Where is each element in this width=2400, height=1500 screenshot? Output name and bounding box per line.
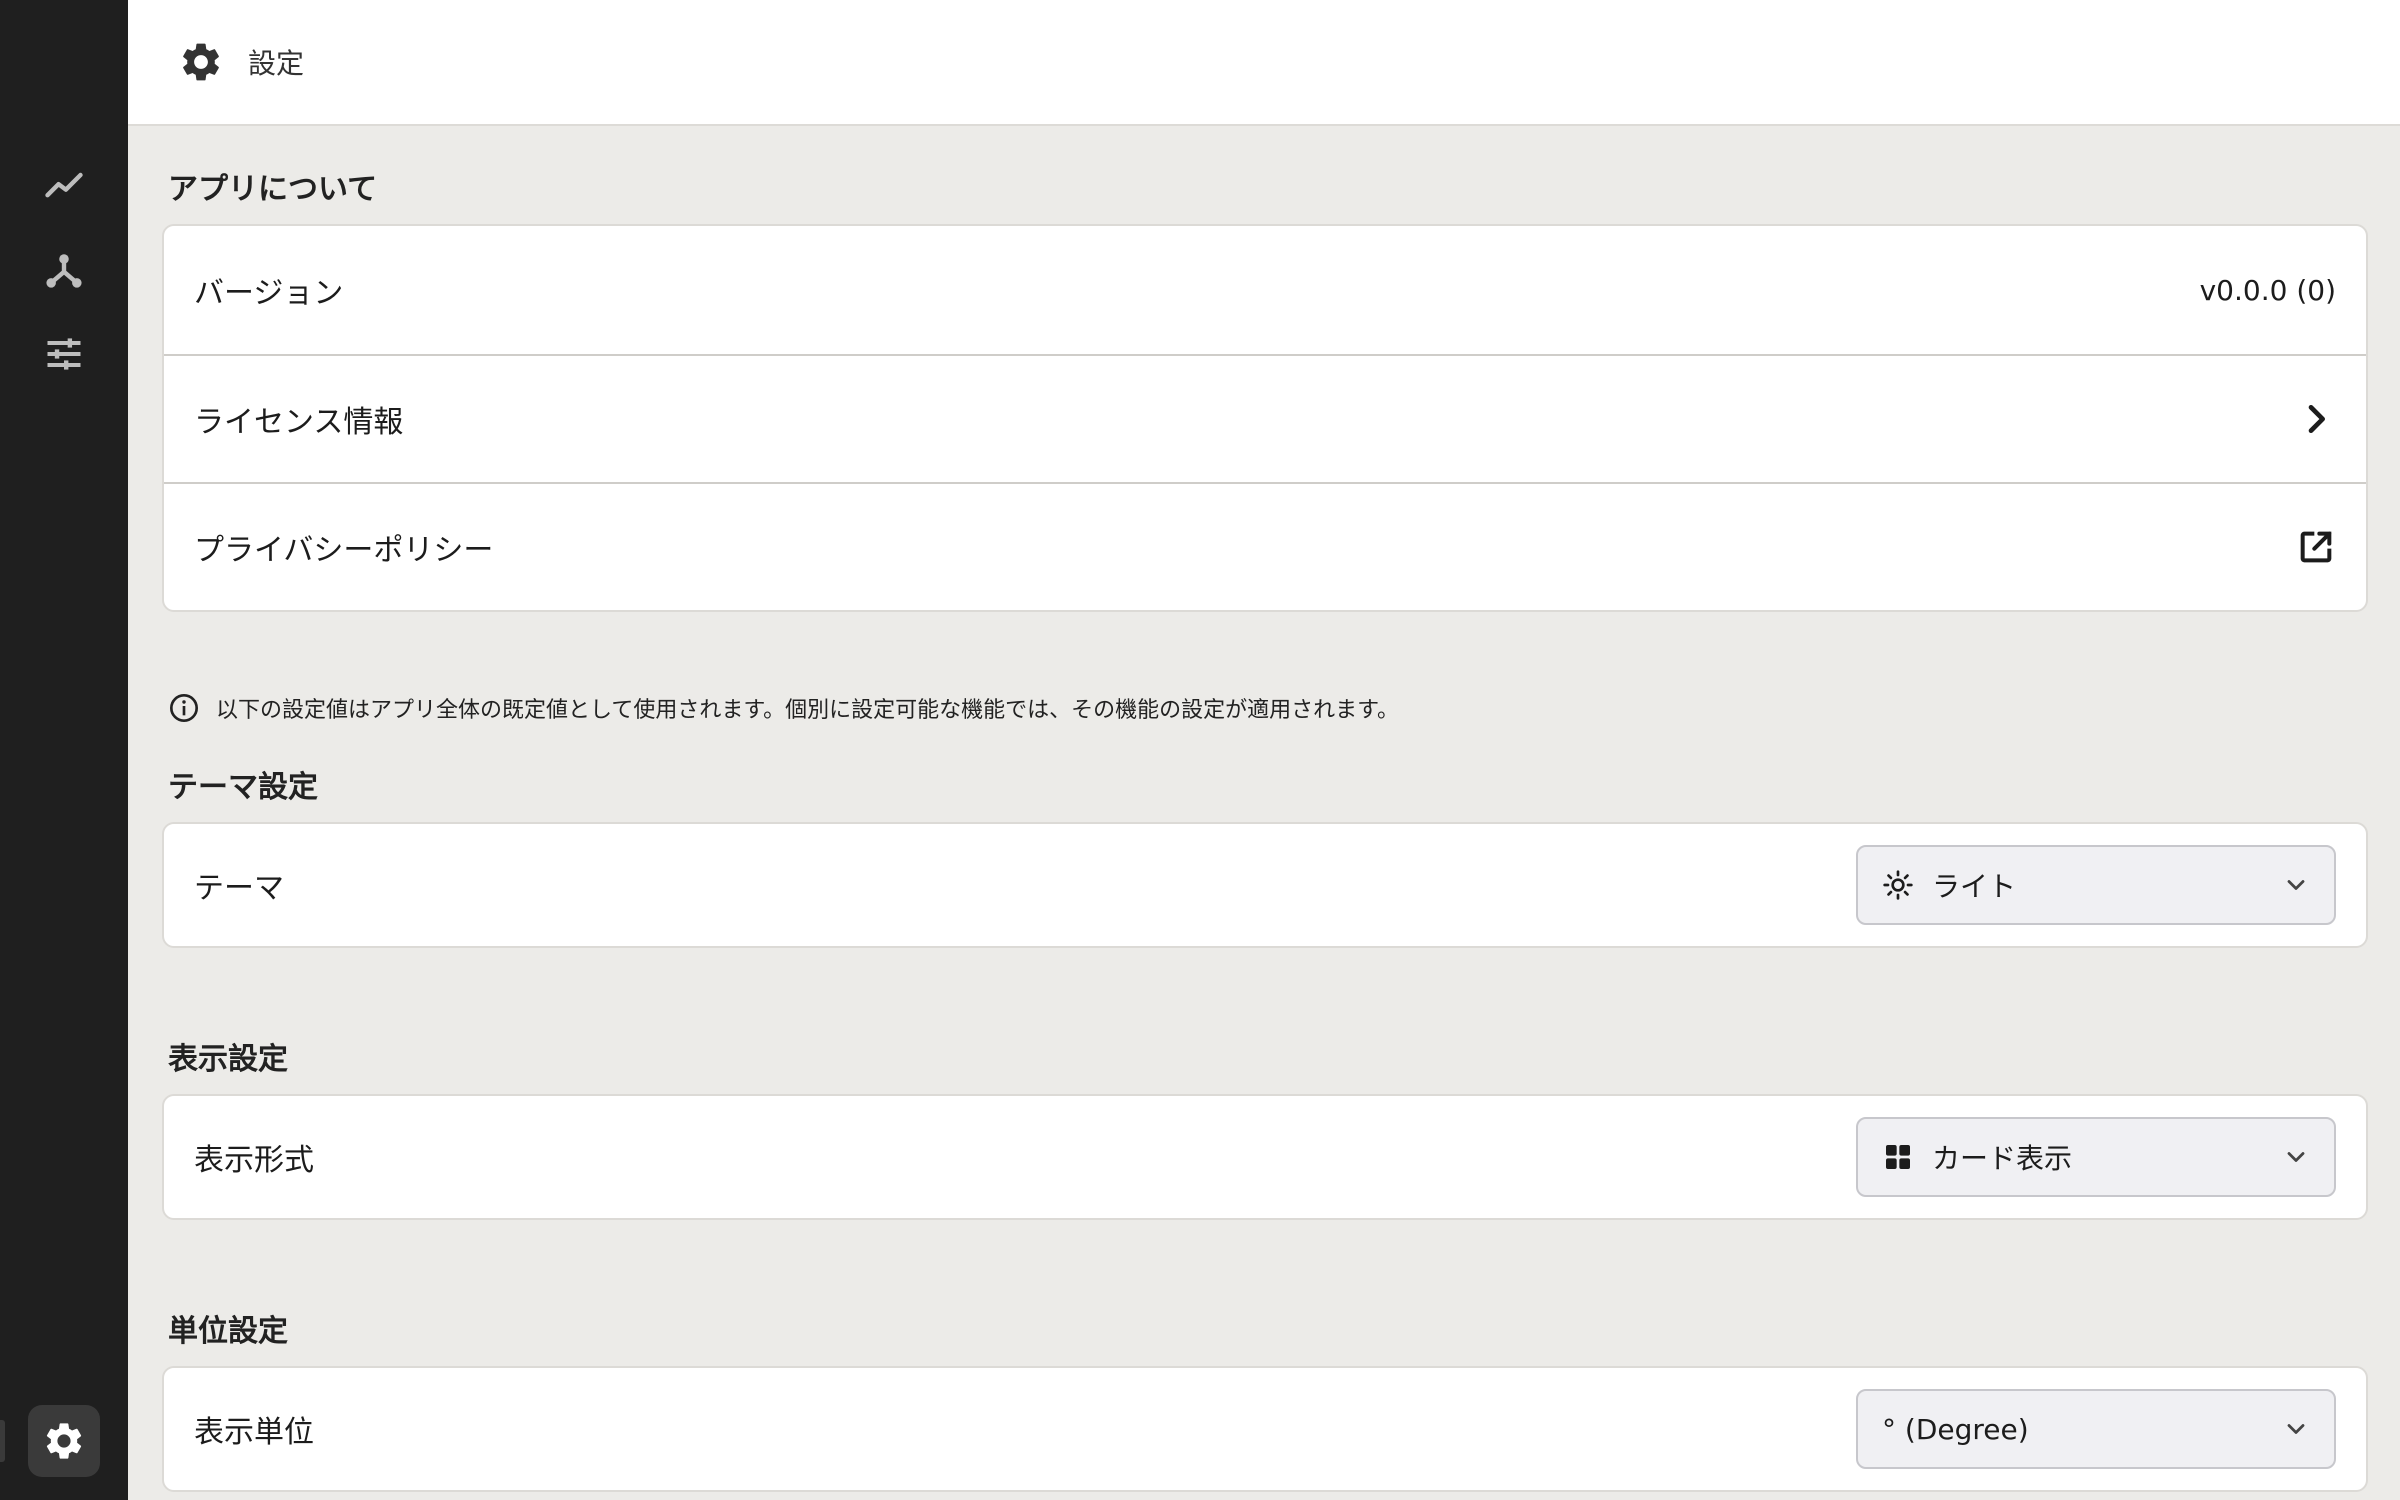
version-row: バージョン v0.0.0 (0) [164,226,2366,354]
privacy-row[interactable]: プライバシーポリシー [164,482,2366,610]
units-select[interactable]: ° (Degree) [1856,1389,2336,1469]
grid-icon [1886,1145,1910,1169]
sidebar-item-settings[interactable] [28,1405,100,1477]
units-row: 表示単位 ° (Degree) [164,1368,2366,1490]
chevron-down-icon [2287,1424,2305,1434]
sun-icon [1883,870,1913,900]
info-notice: 以下の設定値はアプリ全体の既定値として使用されます。個別に設定可能な機能では、そ… [168,692,1399,724]
page-header: 設定 [128,0,2400,126]
sidebar-item-sliders[interactable] [28,318,100,390]
theme-select[interactable]: ライト [1856,845,2336,925]
active-indicator [0,1420,5,1462]
notice-text: 以下の設定値はアプリ全体の既定値として使用されます。個別に設定可能な機能では、そ… [216,698,1399,723]
sidebar [0,0,128,1500]
display-row: 表示形式 カード表示 [164,1096,2366,1218]
version-label: バージョン [194,276,344,311]
units-label: 表示単位 [194,1415,314,1450]
section-title-units: 単位設定 [168,1314,288,1349]
license-label: ライセンス情報 [194,405,404,440]
section-title-about: アプリについて [168,172,378,207]
theme-label: テーマ [194,871,284,906]
version-value: v0.0.0 (0) [2199,273,2336,307]
display-select[interactable]: カード表示 [1856,1117,2336,1197]
page-title: 設定 [248,47,305,80]
sliders-icon [47,338,81,370]
theme-selected-value: ライト [1932,870,2017,903]
info-icon [170,694,198,722]
gear-icon [183,43,219,81]
about-card: バージョン v0.0.0 (0) ライセンス情報 プライバシーポリシー [162,224,2368,612]
theme-row: テーマ ライト [164,824,2366,946]
display-card: 表示形式 カード表示 [162,1094,2368,1220]
theme-card: テーマ ライト [162,822,2368,948]
section-title-theme: テーマ設定 [168,770,318,805]
network-icon [46,254,82,288]
gear-icon [46,1423,82,1459]
units-selected-value: ° (Degree) [1882,1412,2029,1446]
chart-icon [45,172,83,198]
units-card: 表示単位 ° (Degree) [162,1366,2368,1492]
settings-app: 設定 アプリについて バージョン v0.0.0 (0) ライセンス情報 プライバ… [0,0,2400,1500]
sidebar-item-network[interactable] [28,234,100,306]
section-title-display: 表示設定 [168,1042,288,1077]
license-row[interactable]: ライセンス情報 [164,354,2366,482]
chevron-right-icon [2308,405,2325,433]
chevron-down-icon [2287,1152,2305,1162]
chevron-down-icon [2287,880,2305,890]
display-selected-value: カード表示 [1932,1142,2073,1175]
display-label: 表示形式 [194,1143,314,1178]
privacy-label: プライバシーポリシー [194,533,494,568]
external-link-icon [2300,531,2332,563]
sidebar-item-chart[interactable] [28,150,100,222]
